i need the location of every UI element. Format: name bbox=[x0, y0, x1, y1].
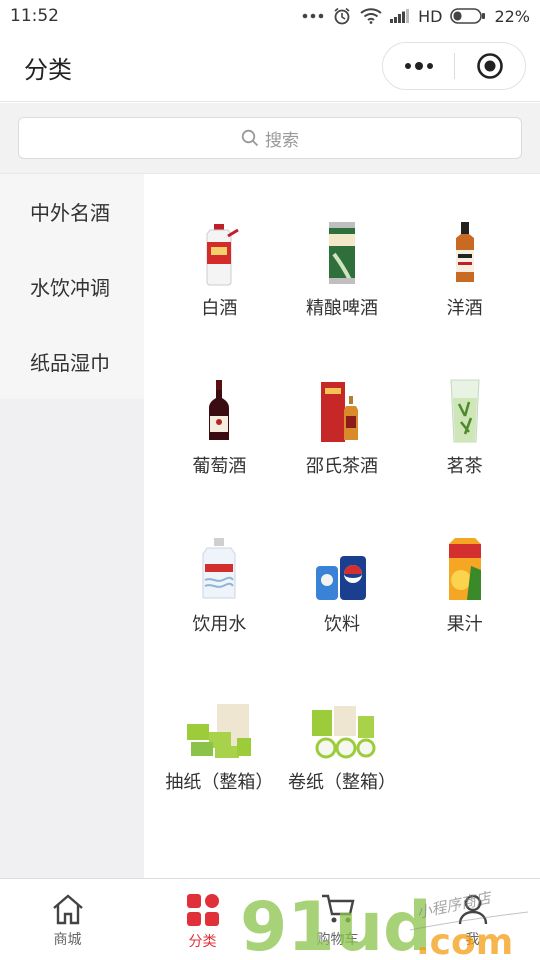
signal-icon bbox=[390, 9, 410, 23]
soda-cans-icon bbox=[314, 530, 370, 602]
category-item[interactable]: 卷纸（整箱） bbox=[281, 688, 404, 818]
category-item[interactable]: 茗茶 bbox=[403, 372, 526, 502]
tab-cart[interactable]: 购物车 bbox=[270, 879, 405, 960]
search-bar: 搜索 bbox=[0, 103, 540, 174]
category-label: 邵氏茶酒 bbox=[305, 456, 378, 477]
category-label: 洋酒 bbox=[446, 298, 483, 319]
sidebar-item-label: 纸品湿巾 bbox=[30, 351, 110, 375]
category-label: 抽纸（整箱） bbox=[165, 772, 274, 793]
more-menu-button[interactable] bbox=[383, 43, 454, 89]
category-icon bbox=[186, 894, 219, 926]
category-grid: 白酒 精酿啤酒 洋酒 葡萄酒 邵氏茶酒 茗茶 饮用水 饮料 果汁 抽纸（整箱） … bbox=[158, 214, 526, 818]
miniprogram-capsule bbox=[382, 42, 526, 90]
category-label: 果汁 bbox=[446, 614, 483, 635]
network-type: HD bbox=[418, 6, 443, 26]
category-item[interactable]: 饮料 bbox=[281, 530, 404, 660]
category-label: 白酒 bbox=[201, 298, 238, 319]
tea-glass-icon bbox=[447, 372, 483, 444]
tab-label: 我 bbox=[465, 932, 480, 948]
status-time: 11:52 bbox=[10, 6, 59, 26]
tissue-box-icon bbox=[183, 688, 255, 760]
category-label: 饮用水 bbox=[192, 614, 247, 635]
status-bar: 11:52 HD 22% bbox=[0, 0, 540, 32]
category-label: 葡萄酒 bbox=[192, 456, 247, 477]
sidebar-item-paper[interactable]: 纸品湿巾 bbox=[0, 324, 144, 399]
category-item[interactable]: 邵氏茶酒 bbox=[281, 372, 404, 502]
home-icon bbox=[52, 894, 83, 925]
toilet-roll-icon bbox=[306, 688, 378, 760]
category-content: 白酒 精酿啤酒 洋酒 葡萄酒 邵氏茶酒 茗茶 饮用水 饮料 果汁 抽纸（整箱） … bbox=[144, 174, 540, 878]
wifi-icon bbox=[360, 8, 382, 24]
alarm-icon bbox=[332, 6, 352, 26]
sidebar-item-beverages[interactable]: 水饮冲调 bbox=[0, 249, 144, 324]
nav-header: 分类 bbox=[0, 32, 540, 102]
category-sidebar: 中外名酒 水饮冲调 纸品湿巾 bbox=[0, 174, 144, 878]
close-miniprogram-button[interactable] bbox=[455, 43, 525, 89]
tab-me[interactable]: 我 bbox=[405, 879, 540, 960]
category-item[interactable]: 白酒 bbox=[158, 214, 281, 344]
category-item[interactable]: 精酿啤酒 bbox=[281, 214, 404, 344]
category-item[interactable]: 抽纸（整箱） bbox=[158, 688, 281, 818]
whiskey-bottle-icon bbox=[446, 214, 484, 286]
water-jug-icon bbox=[199, 530, 239, 602]
category-label: 卷纸（整箱） bbox=[287, 772, 396, 793]
category-label: 茗茶 bbox=[446, 456, 483, 477]
tab-label: 购物车 bbox=[316, 932, 359, 948]
category-item[interactable]: 饮用水 bbox=[158, 530, 281, 660]
tea-liquor-gift-box-icon bbox=[319, 372, 365, 444]
tab-label: 商城 bbox=[53, 932, 82, 948]
user-icon bbox=[458, 894, 487, 925]
bottom-tab-bar: 商城 分类 购物车 我 bbox=[0, 878, 540, 960]
battery-icon bbox=[450, 8, 486, 24]
more-dots-icon bbox=[302, 12, 324, 20]
more-dots-icon bbox=[404, 62, 433, 70]
page-title: 分类 bbox=[24, 56, 72, 84]
cart-icon bbox=[321, 894, 355, 923]
battery-percent: 22% bbox=[494, 6, 530, 26]
search-input[interactable]: 搜索 bbox=[18, 117, 522, 159]
beer-can-icon bbox=[326, 214, 358, 286]
sidebar-item-liquor[interactable]: 中外名酒 bbox=[0, 174, 144, 249]
wine-bottle-icon bbox=[204, 372, 234, 444]
category-item[interactable]: 葡萄酒 bbox=[158, 372, 281, 502]
search-placeholder: 搜索 bbox=[265, 130, 299, 151]
tab-category[interactable]: 分类 bbox=[135, 879, 270, 960]
sidebar-item-label: 水饮冲调 bbox=[30, 276, 110, 300]
category-label: 饮料 bbox=[323, 614, 360, 635]
category-item[interactable]: 果汁 bbox=[403, 530, 526, 660]
target-icon bbox=[477, 53, 503, 79]
category-label: 精酿啤酒 bbox=[305, 298, 378, 319]
search-icon bbox=[241, 129, 259, 147]
tab-home[interactable]: 商城 bbox=[0, 879, 135, 960]
tab-label: 分类 bbox=[188, 934, 217, 950]
sidebar-item-label: 中外名酒 bbox=[30, 201, 110, 225]
status-icons: HD 22% bbox=[302, 6, 530, 26]
juice-carton-icon bbox=[445, 530, 485, 602]
category-item[interactable]: 洋酒 bbox=[403, 214, 526, 344]
baijiu-bottle-icon bbox=[196, 214, 242, 286]
sidebar-menu: 中外名酒 水饮冲调 纸品湿巾 bbox=[0, 174, 144, 399]
